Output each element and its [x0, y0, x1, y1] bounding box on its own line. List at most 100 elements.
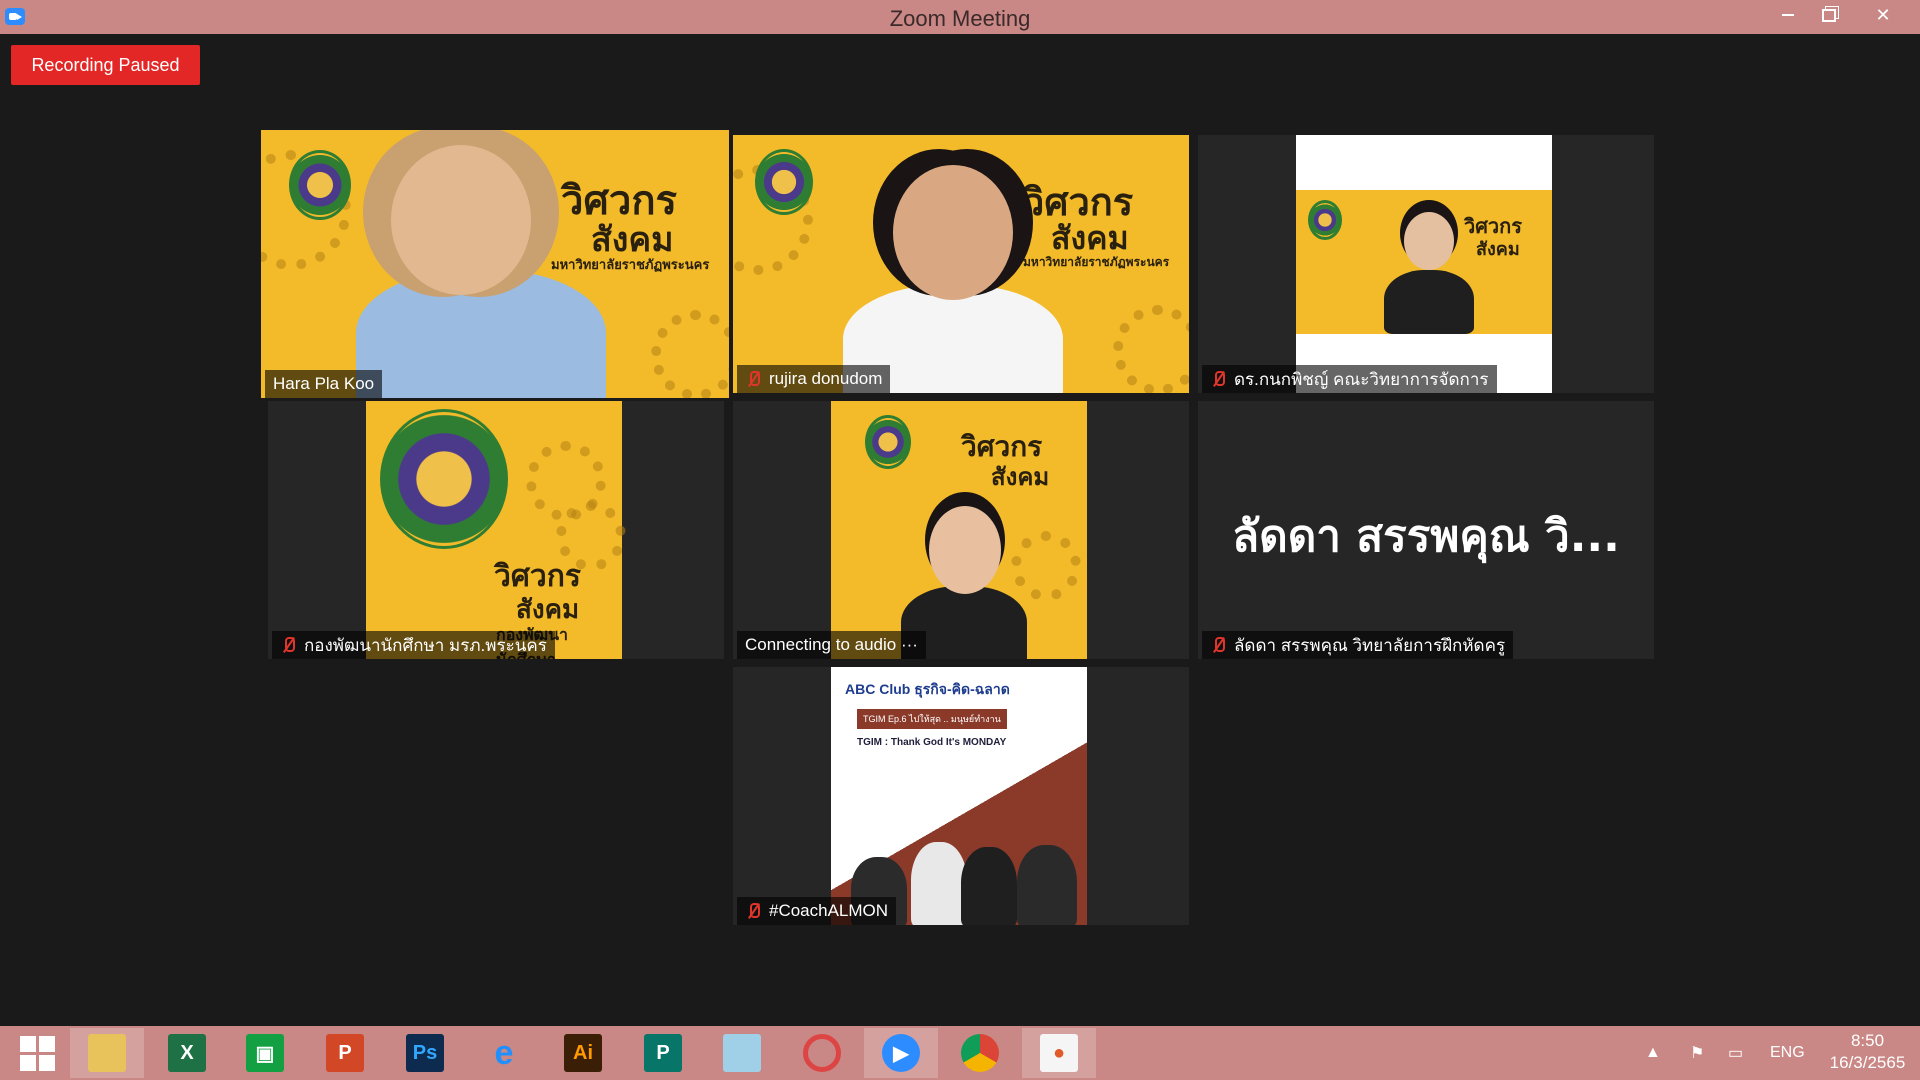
taskbar-zoom[interactable]: ▶	[864, 1028, 938, 1078]
video-tile-rujira-donudom[interactable]: วิศวกร สังคม มหาวิทยาลัยราชภัฏพระนคร ruj…	[733, 135, 1189, 393]
university-logo	[1308, 200, 1342, 240]
taskbar-file-explorer[interactable]	[70, 1028, 144, 1078]
network-icon[interactable]: ▭	[1728, 1026, 1743, 1080]
folder-icon	[88, 1034, 126, 1072]
video-tile-coach-almon[interactable]: ABC Club ธุรกิจ-คิด-ฉลาด TGIM Ep.6 ไปให้…	[733, 667, 1189, 925]
gear-decoration	[651, 310, 729, 398]
poster-title: ABC Club ธุรกิจ-คิด-ฉลาด	[845, 681, 1010, 697]
participant-name: กองพัฒนานักศึกษา มรภ.พระนคร	[304, 635, 547, 655]
video-tile-ladda[interactable]: ลัดดา สรรพคุณ วิ... ลัดดา สรรพคุณ วิทยาล…	[1198, 401, 1654, 659]
university-seal	[380, 409, 508, 549]
clock-date: 16/3/2565	[1829, 1053, 1906, 1072]
publisher-icon: P	[644, 1034, 682, 1072]
vb-university: มหาวิทยาลัยราชภัฏพระนคร	[551, 258, 710, 273]
taskbar: X ▣ P Ps e Ai P ▶ ●	[0, 1026, 1920, 1080]
participant-name-label: ดร.กนกพิชญ์ คณะวิทยาการจัดการ	[1202, 365, 1497, 393]
university-logo	[755, 149, 813, 215]
participant-status: Connecting to audio ···	[745, 635, 918, 654]
gear-decoration	[1113, 305, 1189, 393]
video-tile-connecting[interactable]: วิศวกร สังคม Connecting to audio ···	[733, 401, 1189, 659]
mic-muted-icon	[745, 902, 761, 920]
powerpoint-icon: P	[326, 1034, 364, 1072]
excel-icon: X	[168, 1034, 206, 1072]
taskbar-photoscape[interactable]	[785, 1028, 859, 1078]
restore-button[interactable]	[1806, 0, 1852, 30]
taskbar-publisher[interactable]: P	[626, 1028, 700, 1078]
university-logo	[289, 150, 351, 220]
recording-paused-button[interactable]: Recording Paused	[11, 45, 200, 85]
virtual-background: วิศวกร สังคม มหาวิทยาลัยราชภัฏพระนคร	[261, 130, 729, 398]
window-title: Zoom Meeting	[889, 6, 1031, 31]
illustrator-icon: Ai	[564, 1034, 602, 1072]
poster-line: TGIM : Thank God It's MONDAY	[857, 737, 1007, 748]
mic-muted-icon	[280, 636, 296, 654]
participant-status-label: Connecting to audio ···	[737, 631, 926, 659]
chrome-icon	[961, 1034, 999, 1072]
language-indicator[interactable]: ENG	[1770, 1026, 1805, 1080]
taskbar-paint[interactable]: ●	[1022, 1028, 1096, 1078]
participant-name: #CoachALMON	[769, 901, 889, 920]
participant-name: rujira donudom	[769, 369, 883, 388]
taskbar-clock[interactable]: 8:50 16/3/2565	[1820, 1030, 1915, 1074]
clock-time: 8:50	[1850, 1031, 1885, 1050]
start-button[interactable]	[0, 1028, 74, 1078]
taskbar-internet-explorer[interactable]: e	[467, 1028, 541, 1078]
mic-muted-icon	[745, 370, 761, 388]
participant-name: Hara Pla Koo	[273, 374, 375, 393]
poster-person	[911, 842, 967, 925]
participant-name-label: Hara Pla Koo	[265, 370, 383, 398]
photoshop-icon: Ps	[406, 1034, 444, 1072]
poster-person	[1017, 845, 1077, 925]
notes-icon	[723, 1034, 761, 1072]
participant-display-name: ลัดดา สรรพคุณ วิ...	[1232, 511, 1620, 562]
participant-name: ลัดดา สรรพคุณ วิทยาลัยการฝึกหัดครู	[1234, 635, 1506, 655]
minimize-button[interactable]	[1765, 0, 1811, 30]
taskbar-photoshop[interactable]: Ps	[388, 1028, 462, 1078]
action-center-flag-icon[interactable]: ⚑	[1690, 1026, 1704, 1080]
zoom-icon: ▶	[882, 1034, 920, 1072]
title-bar: Zoom Meeting ✕	[0, 0, 1920, 34]
gear-decoration	[1011, 531, 1081, 601]
close-button[interactable]: ✕	[1860, 0, 1906, 30]
virtual-background: วิศวกร สังคม กองพัฒนานักศึกษา	[366, 401, 626, 659]
participant-body	[1384, 270, 1474, 334]
vb-title-2: สังคม	[991, 463, 1050, 491]
internet-explorer-icon: e	[494, 1033, 514, 1072]
participant-head	[929, 506, 1001, 594]
virtual-background: วิศวกร สังคม	[831, 401, 1087, 659]
vb-title-2: สังคม	[1476, 239, 1520, 260]
mic-muted-icon	[1210, 636, 1226, 654]
chevron-up-icon: ▲	[1645, 1044, 1661, 1061]
video-tile-kanokpit[interactable]: วิศวกร สังคม ดร.กนกพิชญ์ คณะวิทยาการจัดก…	[1198, 135, 1654, 393]
taskbar-chrome[interactable]	[943, 1028, 1017, 1078]
participant-name-label: #CoachALMON	[737, 897, 897, 925]
mic-muted-icon	[1210, 370, 1226, 388]
participant-head	[893, 165, 1013, 300]
show-hidden-icons-button[interactable]: ▲	[1645, 1026, 1661, 1080]
taskbar-excel[interactable]: X	[150, 1028, 224, 1078]
taskbar-notes[interactable]	[705, 1028, 779, 1078]
poster-background: ABC Club ธุรกิจ-คิด-ฉลาด TGIM Ep.6 ไปให้…	[831, 667, 1087, 925]
university-logo	[865, 415, 911, 469]
poster-person	[961, 847, 1017, 925]
participant-head	[391, 145, 531, 295]
participant-name-label: rujira donudom	[737, 365, 891, 393]
taskbar-illustrator[interactable]: Ai	[546, 1028, 620, 1078]
paint-icon: ●	[1040, 1034, 1078, 1072]
virtual-background: วิศวกร สังคม	[1296, 190, 1552, 334]
participant-name-label: กองพัฒนานักศึกษา มรภ.พระนคร	[272, 631, 555, 659]
windows-icon	[19, 1035, 55, 1071]
taskbar-store[interactable]: ▣	[228, 1028, 302, 1078]
video-frame: วิศวกร สังคม	[1296, 135, 1552, 393]
store-icon: ▣	[246, 1034, 284, 1072]
participant-head	[1404, 212, 1454, 270]
participant-name-label: ลัดดา สรรพคุณ วิทยาลัยการฝึกหัดครู	[1202, 631, 1514, 659]
virtual-background: วิศวกร สังคม มหาวิทยาลัยราชภัฏพระนคร	[733, 135, 1189, 393]
poster-subtitle: TGIM Ep.6 ไปให้สุด .. มนุษย์ทำงาน	[857, 709, 1007, 729]
video-tile-hara-pla-koo[interactable]: วิศวกร สังคม มหาวิทยาลัยราชภัฏพระนคร Har…	[261, 130, 729, 398]
participant-name: ดร.กนกพิชญ์ คณะวิทยาการจัดการ	[1234, 369, 1489, 389]
taskbar-powerpoint[interactable]: P	[308, 1028, 382, 1078]
vb-university: มหาวิทยาลัยราชภัฏพระนคร	[1023, 255, 1170, 269]
video-tile-student-affairs[interactable]: วิศวกร สังคม กองพัฒนานักศึกษา กองพัฒนานั…	[268, 401, 724, 659]
photoscape-icon	[803, 1034, 841, 1072]
